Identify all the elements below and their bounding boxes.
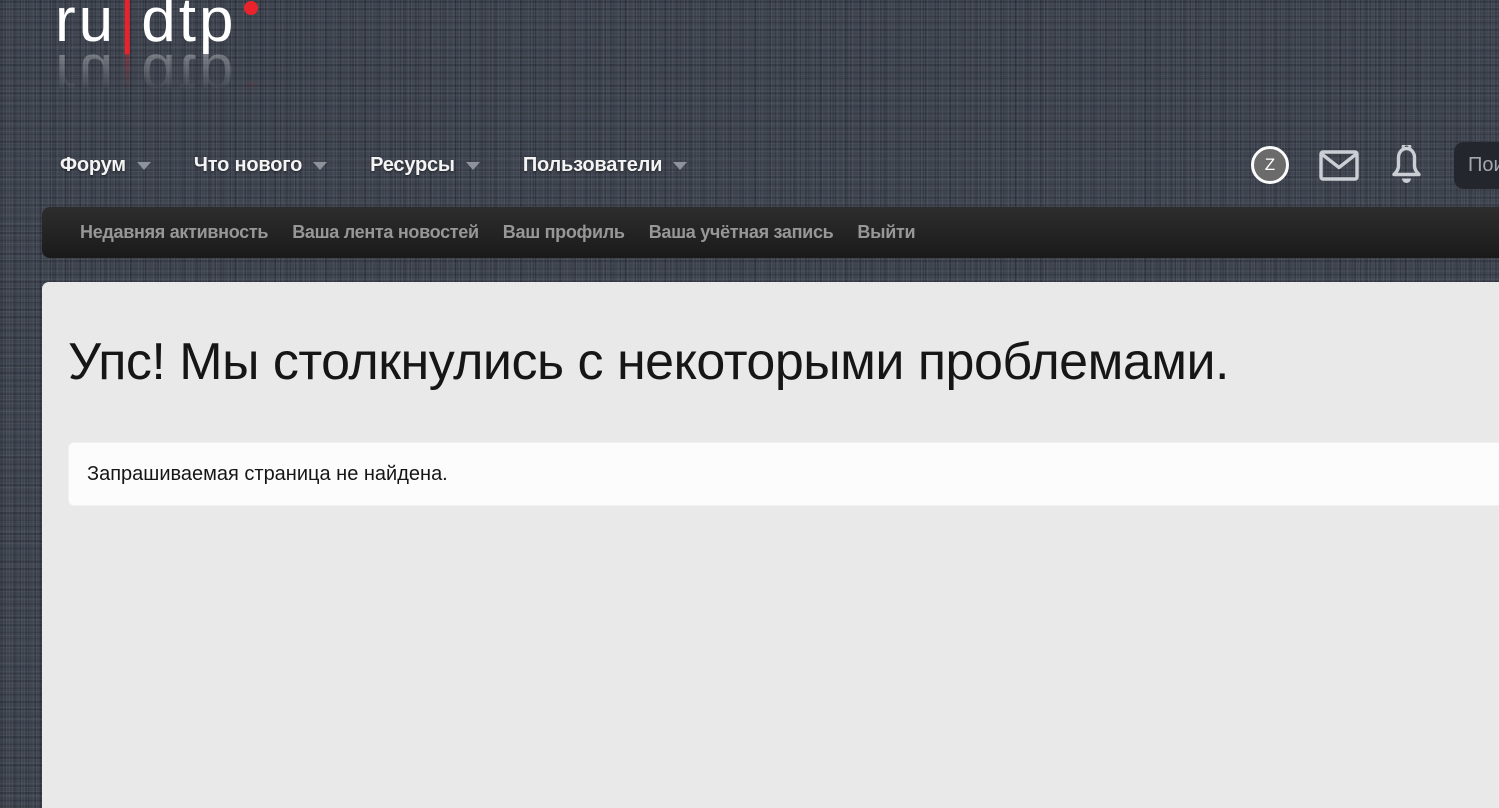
main-nav-items: Форум Что нового Ресурсы Пользователи xyxy=(60,140,688,190)
nav-item-forum[interactable]: Форум xyxy=(60,154,151,177)
nav-item-whats-new[interactable]: Что нового xyxy=(193,153,328,177)
chevron-down-icon xyxy=(313,162,328,170)
subnav-item-logout[interactable]: Выйти xyxy=(857,222,915,243)
bell-icon xyxy=(1392,145,1421,183)
page-root: { "logo": { "part1": "ru", "divider": "|… xyxy=(0,0,1499,808)
header-user-area: Z Поиск xyxy=(1251,140,1499,190)
avatar[interactable]: Z xyxy=(1251,146,1289,184)
subnav-item-recent-activity[interactable]: Недавняя активность xyxy=(80,222,268,243)
error-message-box: Запрашиваемая страница не найдена. xyxy=(68,442,1499,506)
main-navigation: Форум Что нового Ресурсы Пользователи Z xyxy=(0,140,1499,190)
chevron-down-icon xyxy=(136,162,151,170)
subnav-item-your-account[interactable]: Ваша учётная запись xyxy=(649,222,834,243)
subnav-item-your-profile[interactable]: Ваш профиль xyxy=(503,222,625,243)
content-area: Упс! Мы столкнулись с некоторыми проблем… xyxy=(42,282,1499,808)
subnav-item-news-feed[interactable]: Ваша лента новостей xyxy=(292,222,479,243)
alerts-button[interactable] xyxy=(1389,145,1424,185)
search-input[interactable]: Поиск xyxy=(1454,141,1499,189)
nav-item-label: Форум xyxy=(60,153,126,176)
chevron-down-icon xyxy=(673,162,688,170)
site-logo-text-right: dtp xyxy=(141,0,237,55)
error-page-title: Упс! Мы столкнулись с некоторыми проблем… xyxy=(68,333,1230,391)
nav-item-label: Пользователи xyxy=(522,153,663,176)
site-logo-text-left: ru xyxy=(55,0,117,55)
site-logo-red-dot xyxy=(244,1,259,15)
nav-item-label: Что нового xyxy=(193,153,303,176)
nav-item-label: Ресурсы xyxy=(370,153,455,176)
site-logo[interactable]: ru|dtp xyxy=(55,0,259,60)
error-message-text: Запрашиваемая страница не найдена. xyxy=(87,462,448,485)
messages-button[interactable] xyxy=(1319,149,1359,181)
nav-item-members[interactable]: Пользователи xyxy=(522,153,688,177)
nav-item-resources[interactable]: Ресурсы xyxy=(370,154,480,177)
avatar-letter: Z xyxy=(1264,155,1276,174)
search-placeholder: Поиск xyxy=(1468,153,1499,176)
site-logo-divider: | xyxy=(119,0,139,55)
mail-icon xyxy=(1319,149,1359,181)
chevron-down-icon xyxy=(465,162,480,170)
sub-navigation: Недавняя активность Ваша лента новостей … xyxy=(42,207,1499,258)
